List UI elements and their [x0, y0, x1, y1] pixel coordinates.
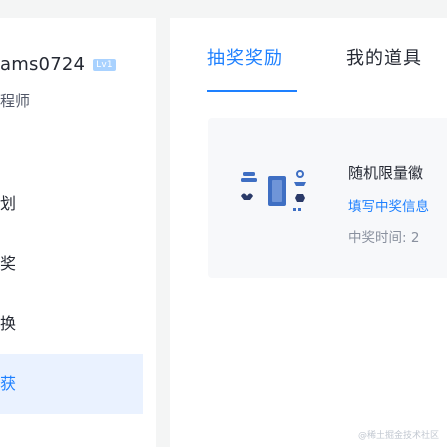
watermark: @稀土掘金技术社区: [357, 431, 439, 441]
prize-time: 中奖时间: 2: [348, 226, 419, 246]
user-job-title: 程师: [0, 92, 31, 110]
prize-name: 随机限量徽: [348, 164, 424, 182]
user-sidebar-card: ams0724 Lv1 程师 划 奖 换 获: [0, 18, 156, 447]
menu-item-3[interactable]: 换: [0, 294, 143, 354]
tab-my-items[interactable]: 我的道具: [346, 44, 422, 70]
user-name-row: ams0724 Lv1: [0, 54, 116, 75]
menu-item-1[interactable]: 划: [0, 174, 143, 234]
username[interactable]: ams0724: [0, 54, 85, 75]
menu-item-2[interactable]: 奖: [0, 234, 143, 294]
prize-time-label: 中奖时间:: [348, 230, 407, 246]
menu-item-4-active[interactable]: 获: [0, 354, 143, 414]
prize-time-value: 2: [410, 230, 420, 246]
tab-lottery-rewards[interactable]: 抽奖奖励: [207, 44, 283, 70]
prize-card: 随机限量徽 填写中奖信息 中奖时间: 2: [208, 118, 447, 278]
level-badge: Lv1: [93, 59, 116, 71]
rewards-card: 抽奖奖励 我的道具 随机限量徽 填写中奖信息 中奖时间: 2 @稀土掘金技术社区: [170, 18, 447, 447]
active-tab-underline: [207, 90, 297, 92]
badges-icon: [241, 170, 306, 211]
fill-prize-info-link[interactable]: 填写中奖信息: [348, 195, 429, 215]
